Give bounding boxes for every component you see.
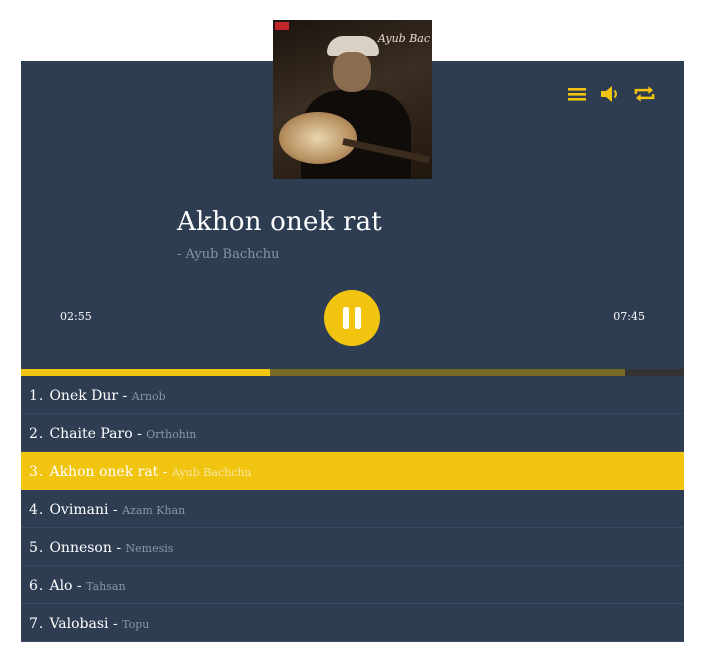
- track-sep: -: [158, 464, 172, 480]
- pause-button[interactable]: [324, 290, 380, 346]
- playlist-item[interactable]: 1. Onek Dur - Arnob: [21, 376, 684, 414]
- player-controls: [567, 85, 656, 103]
- track-artist: Ayub Bachchu: [171, 466, 252, 479]
- track-artist: Topu: [122, 618, 150, 631]
- track-sep: -: [132, 426, 147, 442]
- played-progress: [21, 369, 271, 376]
- song-artist: - Ayub Bachchu: [177, 247, 280, 262]
- repeat-icon[interactable]: [633, 85, 656, 103]
- track-name: Akhon onek rat: [49, 464, 159, 480]
- playlist-item[interactable]: 5. Onneson - Nemesis: [21, 528, 684, 566]
- track-name: Valobasi: [49, 616, 109, 632]
- progress-bar[interactable]: [21, 369, 684, 376]
- track-num: 1.: [29, 388, 45, 404]
- playlist-item[interactable]: 2. Chaite Paro - Orthohin: [21, 414, 684, 452]
- track-sep: -: [72, 578, 87, 594]
- playlist: 1. Onek Dur - Arnob 2. Chaite Paro - Orth…: [21, 376, 684, 642]
- track-artist: Tahsan: [86, 580, 126, 593]
- track-num: 2.: [29, 426, 45, 442]
- playlist-item[interactable]: 7. Valobasi - Topu: [21, 604, 684, 642]
- track-artist: Nemesis: [125, 542, 174, 555]
- track-artist: Arnob: [131, 390, 166, 403]
- pause-icon: [355, 307, 361, 329]
- label-logo: [275, 22, 289, 30]
- track-num: 6.: [29, 578, 45, 594]
- track-name: Ovimani: [49, 502, 109, 518]
- track-sep: -: [111, 540, 126, 556]
- album-cover: Ayub Bac: [273, 20, 432, 179]
- total-time: 07:45: [613, 310, 645, 323]
- volume-icon[interactable]: [600, 85, 620, 103]
- menu-icon[interactable]: [567, 85, 587, 103]
- track-name: Alo: [49, 578, 73, 594]
- track-num: 5.: [29, 540, 45, 556]
- cover-signature: Ayub Bac: [377, 32, 430, 45]
- playlist-item[interactable]: 4. Ovimani - Azam Khan: [21, 490, 684, 528]
- playlist-item[interactable]: 6. Alo - Tahsan: [21, 566, 684, 604]
- track-num: 3.: [29, 464, 45, 480]
- track-num: 7.: [29, 616, 45, 632]
- track-name: Onneson: [49, 540, 112, 556]
- track-sep: -: [118, 388, 132, 404]
- track-name: Onek Dur: [49, 388, 119, 404]
- track-artist: Azam Khan: [122, 504, 186, 517]
- track-sep: -: [108, 502, 123, 518]
- track-artist: Orthohin: [146, 428, 197, 441]
- current-time: 02:55: [60, 310, 92, 323]
- playlist-item[interactable]: 3. Akhon onek rat - Ayub Bachchu: [21, 452, 684, 490]
- track-sep: -: [108, 616, 123, 632]
- track-name: Chaite Paro: [49, 426, 133, 442]
- track-num: 4.: [29, 502, 45, 518]
- song-title: Akhon onek rat: [177, 207, 382, 237]
- pause-icon: [343, 307, 349, 329]
